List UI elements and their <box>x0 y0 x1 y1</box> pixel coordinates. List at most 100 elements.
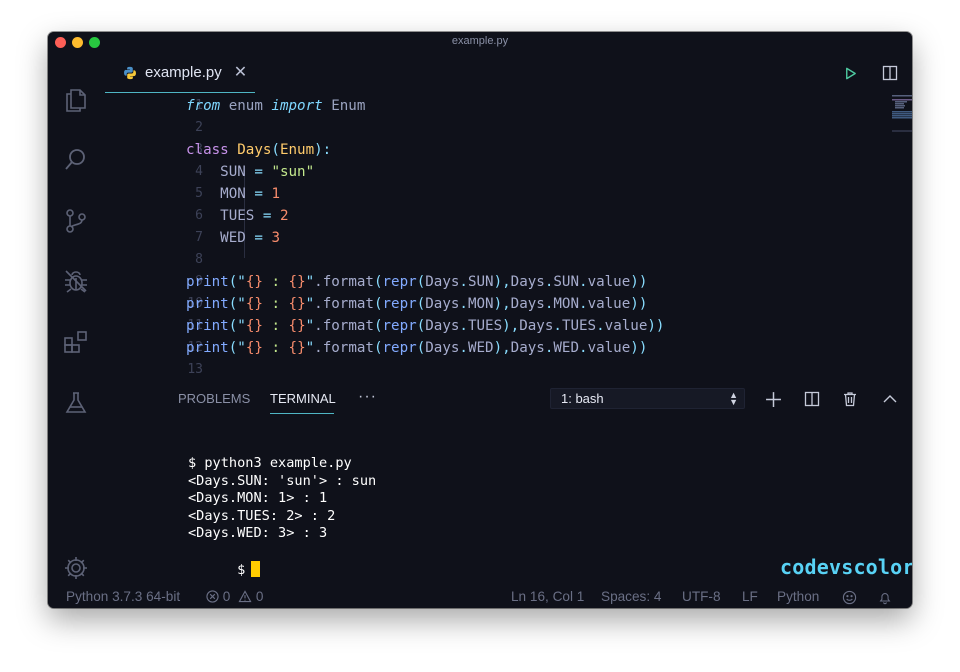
code-token: )) <box>630 340 648 356</box>
split-editor-icon[interactable] <box>879 62 901 84</box>
tab-terminal[interactable]: TERMINAL <box>270 391 336 406</box>
code-line[interactable]: 5 MON = 1 <box>105 183 885 205</box>
code-token: : <box>262 296 289 312</box>
minimap[interactable] <box>892 95 912 135</box>
code-line[interactable]: 1 from enum import Enum <box>105 95 885 117</box>
search-icon[interactable] <box>61 145 91 175</box>
code-token: : <box>262 340 289 356</box>
feedback-smiley-icon[interactable] <box>842 590 857 608</box>
code-token: {} <box>288 274 306 290</box>
select-arrows-icon: ▲ ▼ <box>729 390 738 407</box>
run-icon[interactable] <box>839 62 861 84</box>
code-token: = <box>254 164 263 180</box>
code-token: Days <box>425 340 460 356</box>
code-line[interactable]: 8 <box>105 249 885 271</box>
active-panel-tab-indicator <box>270 413 334 414</box>
code-token: ( <box>373 340 383 356</box>
source-control-icon[interactable] <box>61 206 91 236</box>
code-token: ( <box>416 340 426 356</box>
code-token: {} <box>245 318 263 334</box>
code-line[interactable]: 3 class Days(Enum): <box>105 139 885 161</box>
code-token: value <box>587 296 631 312</box>
code-token: Enum <box>279 142 315 158</box>
code-token: : <box>262 318 289 334</box>
code-text: SUN = "sun" <box>186 161 314 183</box>
code-token: print <box>186 318 229 334</box>
code-line[interactable]: 6 TUES = 2 <box>105 205 885 227</box>
code-token: {} <box>245 274 263 290</box>
indentation[interactable]: Spaces: 4 <box>601 589 661 604</box>
python-icon <box>124 66 136 79</box>
code-token: TUES <box>561 318 597 334</box>
debug-icon[interactable] <box>61 266 91 296</box>
code-token: ), <box>493 340 511 356</box>
close-icon[interactable]: ✕ <box>234 64 247 81</box>
terminal-prompt[interactable]: $ <box>188 544 261 578</box>
code-token: 2 <box>279 208 289 224</box>
testing-flask-icon[interactable] <box>61 388 91 418</box>
code-token: Days <box>510 340 545 356</box>
code-token: Days <box>510 274 545 290</box>
gear-icon[interactable] <box>61 553 91 583</box>
code-line[interactable]: 11 print("{} : {}".format(repr(Days.TUES)… <box>105 315 885 337</box>
terminal-cursor <box>251 561 261 577</box>
tab-example-py[interactable]: example.py ✕ <box>105 52 255 93</box>
code-token: {} <box>288 296 306 312</box>
code-token: " <box>305 296 315 312</box>
code-line[interactable]: 4 SUN = "sun" <box>105 161 885 183</box>
terminal-shell-select[interactable]: 1: bash ▲ ▼ <box>550 388 745 409</box>
code-token: repr <box>382 318 417 334</box>
notifications-bell-icon[interactable] <box>878 590 892 608</box>
code-token: import <box>271 98 323 114</box>
code-token: .format <box>314 340 374 356</box>
code-text: print("{} : {}".format(repr(Days.SUN),Da… <box>186 271 647 293</box>
code-token: "sun" <box>271 164 315 180</box>
language-mode[interactable]: Python <box>777 589 819 604</box>
code-line[interactable]: 9 print("{} : {}".format(repr(Days.SUN),D… <box>105 271 885 293</box>
maximize-panel-icon[interactable] <box>879 388 901 410</box>
code-token: . <box>553 318 562 334</box>
error-count: 0 <box>222 589 231 604</box>
code-text: class Days(Enum): <box>186 139 331 161</box>
code-token: (" <box>228 274 246 290</box>
explorer-icon[interactable] <box>61 85 91 115</box>
code-token: repr <box>382 340 417 356</box>
warning-count: 0 <box>255 589 264 604</box>
code-token: value <box>604 318 648 334</box>
code-token: . <box>459 296 468 312</box>
tab-problems[interactable]: PROBLEMS <box>178 391 250 406</box>
code-token: {} <box>245 340 263 356</box>
code-token: " <box>305 274 315 290</box>
terminal-line: $ python3 example.py <box>188 455 352 471</box>
python-interpreter[interactable]: Python 3.7.3 64-bit <box>66 589 180 604</box>
code-token: . <box>579 340 588 356</box>
code-text: print("{} : {}".format(repr(Days.MON),Da… <box>186 293 647 315</box>
code-line[interactable]: 2 <box>105 117 885 139</box>
cursor-position[interactable]: Ln 16, Col 1 <box>511 589 584 604</box>
code-token: value <box>587 340 631 356</box>
code-line[interactable]: 12 print("{} : {}".format(repr(Days.WED),… <box>105 337 885 359</box>
tab-bar: example.py ✕ <box>105 52 912 93</box>
code-line[interactable]: 13 <box>105 359 885 381</box>
line-ending[interactable]: LF <box>742 589 758 604</box>
code-line[interactable]: 10 print("{} : {}".format(repr(Days.MON),… <box>105 293 885 315</box>
code-token: Days <box>510 296 545 312</box>
code-token: WED <box>553 340 580 356</box>
code-text: MON = 1 <box>186 183 280 205</box>
code-token: print <box>186 340 229 356</box>
split-terminal-icon[interactable] <box>801 388 823 410</box>
extensions-icon[interactable] <box>61 327 91 357</box>
encoding[interactable]: UTF-8 <box>682 589 721 604</box>
new-terminal-icon[interactable] <box>762 388 784 410</box>
kill-terminal-icon[interactable] <box>839 388 861 410</box>
code-token: repr <box>382 296 417 312</box>
code-token: Enum <box>322 98 366 114</box>
code-token: ), <box>493 274 511 290</box>
code-token: class <box>186 142 238 158</box>
code-line[interactable]: 7 WED = 3 <box>105 227 885 249</box>
code-editor[interactable]: 1 from enum import Enum 2 3 class Days(Enum)… <box>105 93 912 383</box>
code-token: MON <box>186 186 255 202</box>
problems-summary[interactable]: 0 0 <box>206 589 263 604</box>
panel-more-icon[interactable]: ··· <box>358 388 377 406</box>
code-token: TUES <box>186 208 263 224</box>
